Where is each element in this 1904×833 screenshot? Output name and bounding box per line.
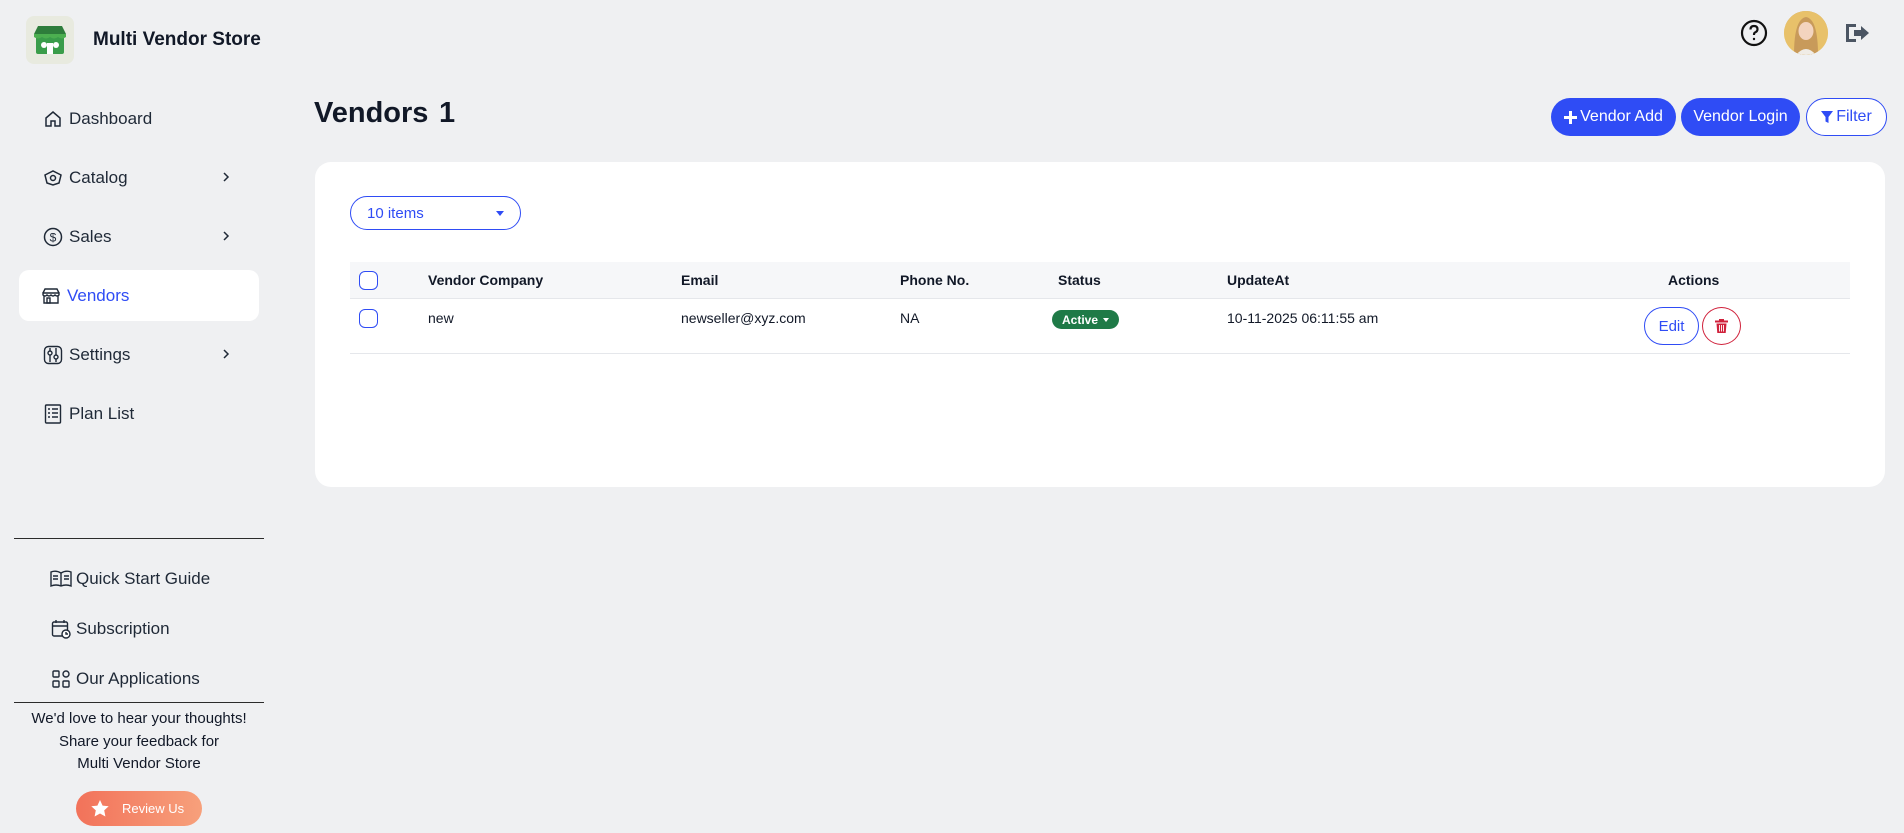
sidebar-item-plan-list[interactable]: Plan List (19, 388, 259, 439)
page-size-value: 10 items (367, 204, 424, 222)
edit-label: Edit (1658, 317, 1685, 335)
filter-button[interactable]: Filter (1806, 98, 1887, 136)
vendor-add-button[interactable]: Vendor Add (1551, 98, 1676, 136)
settings-icon (43, 345, 63, 365)
column-header[interactable]: Phone No. (900, 272, 969, 288)
dollar-icon: $ (43, 227, 63, 247)
row-checkbox[interactable] (359, 309, 378, 328)
plus-icon (1564, 110, 1578, 124)
filter-icon (1821, 110, 1834, 124)
logout-icon[interactable] (1843, 19, 1871, 47)
sidebar-item-label: Settings (69, 344, 131, 364)
sidebar-item-sales[interactable]: $ Sales (19, 211, 259, 262)
status-label: Active (1062, 312, 1099, 327)
column-header[interactable]: Status (1058, 272, 1101, 288)
sidebar-item-label: Plan List (69, 403, 135, 423)
bottom-link-label: Quick Start Guide (76, 569, 211, 588)
feedback-line: We'd love to hear your thoughts! (31, 710, 247, 727)
chevron-down-icon (496, 211, 504, 216)
page-title: Vendors (314, 97, 429, 129)
table-header: Vendor Company Email Phone No. Status Up… (350, 262, 1850, 299)
store-logo-icon (26, 16, 74, 64)
app-title: Multi Vendor Store (93, 29, 261, 50)
vendor-count: 1 (439, 97, 456, 129)
sidebar: Multi Vendor Store Dashboard Catalog $ S… (0, 0, 278, 833)
filter-label: Filter (1836, 108, 1872, 125)
bottom-link-label: Subscription (76, 619, 170, 638)
sidebar-item-dashboard[interactable]: Dashboard (19, 93, 259, 144)
sidebar-item-label: Dashboard (69, 108, 153, 128)
book-icon (50, 568, 72, 590)
review-us-button[interactable]: Review Us (76, 791, 202, 826)
column-header[interactable]: Email (681, 272, 718, 288)
chevron-down-icon (1103, 317, 1110, 322)
sidebar-nav: Dashboard Catalog $ Sales Vendors Settin… (19, 93, 259, 447)
catalog-icon (43, 168, 63, 188)
sidebar-bottom-links: Quick Start Guide Subscription Our Appli… (50, 554, 210, 704)
star-icon (90, 799, 110, 818)
chevron-right-icon (223, 231, 230, 241)
subscription-link[interactable]: Subscription (50, 604, 210, 654)
chevron-right-icon (223, 349, 230, 359)
calendar-icon (50, 618, 72, 640)
vendors-table: Vendor Company Email Phone No. Status Up… (350, 262, 1850, 354)
edit-button[interactable]: Edit (1644, 307, 1699, 345)
delete-button[interactable] (1702, 307, 1741, 345)
column-header: Actions (1668, 272, 1720, 288)
sidebar-divider (14, 702, 264, 703)
column-header[interactable]: Vendor Company (428, 272, 543, 288)
vendor-login-label: Vendor Login (1693, 108, 1788, 125)
list-icon (43, 403, 63, 424)
quick-start-guide-link[interactable]: Quick Start Guide (50, 554, 210, 604)
sidebar-item-label: Sales (69, 226, 112, 246)
trash-icon (1715, 319, 1728, 333)
vendors-card: 10 items Vendor Company Email Phone No. … (315, 162, 1885, 487)
select-all-checkbox[interactable] (359, 271, 378, 290)
column-header[interactable]: UpdateAt (1227, 272, 1289, 288)
vendor-login-button[interactable]: Vendor Login (1681, 98, 1800, 136)
sidebar-item-label: Vendors (67, 285, 130, 305)
sidebar-item-vendors[interactable]: Vendors (19, 270, 259, 321)
our-applications-link[interactable]: Our Applications (50, 654, 210, 704)
avatar[interactable] (1784, 11, 1828, 55)
store-icon (41, 286, 61, 306)
vendor-company-cell: new (428, 310, 454, 326)
svg-text:$: $ (50, 230, 57, 244)
updated-at-cell: 10-11-2025 06:11:55 am (1227, 310, 1379, 326)
bottom-link-label: Our Applications (76, 669, 200, 688)
status-badge[interactable]: Active (1052, 310, 1120, 329)
email-cell: newseller@xyz.com (681, 310, 806, 326)
feedback-line: Multi Vendor Store (77, 755, 201, 772)
sidebar-item-catalog[interactable]: Catalog (19, 152, 259, 203)
help-icon[interactable] (1740, 19, 1768, 47)
brand[interactable]: Multi Vendor Store (26, 16, 261, 64)
page-size-select[interactable]: 10 items (350, 196, 521, 230)
feedback-text: We'd love to hear your thoughts! Share y… (14, 708, 264, 776)
chevron-right-icon (223, 172, 230, 182)
review-us-label: Review Us (122, 801, 185, 816)
apps-icon (50, 668, 72, 690)
table-row[interactable]: new newseller@xyz.com NA Active 10-11-20… (350, 299, 1850, 354)
sidebar-item-settings[interactable]: Settings (19, 329, 259, 380)
phone-cell: NA (900, 310, 920, 326)
home-icon (43, 109, 63, 129)
feedback-line: Share your feedback for (58, 732, 220, 750)
sidebar-divider (14, 538, 264, 539)
vendor-add-label: Vendor Add (1580, 108, 1663, 125)
sidebar-item-label: Catalog (69, 167, 128, 187)
